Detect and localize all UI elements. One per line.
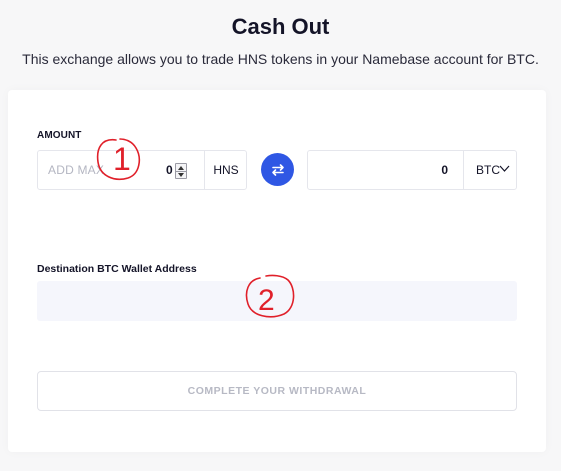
add-max-placeholder[interactable]: ADD MAX bbox=[48, 163, 104, 177]
swap-arrows-icon bbox=[271, 163, 284, 176]
page-subtitle: This exchange allows you to trade HNS to… bbox=[22, 51, 539, 67]
hns-amount-value[interactable]: 0 bbox=[166, 163, 173, 177]
currency-select[interactable]: BTC bbox=[464, 151, 517, 189]
spin-up-icon[interactable] bbox=[178, 166, 184, 170]
amount-label: AMOUNT bbox=[37, 130, 82, 141]
page-title: Cash Out bbox=[231, 14, 330, 39]
hns-amount-field[interactable]: ADD MAX 0 HNS bbox=[37, 150, 247, 190]
swap-button[interactable] bbox=[261, 153, 294, 186]
number-spinner[interactable] bbox=[175, 163, 187, 179]
chevron-down-icon bbox=[499, 165, 510, 172]
hns-unit-label: HNS bbox=[213, 163, 239, 177]
destination-label: Destination BTC Wallet Address bbox=[37, 263, 197, 275]
complete-withdrawal-button[interactable]: COMPLETE YOUR WITHDRAWAL bbox=[37, 371, 517, 411]
btc-amount-field[interactable]: 0 BTC bbox=[307, 150, 517, 190]
btc-unit-label: BTC bbox=[476, 163, 500, 177]
btc-wallet-address-input[interactable] bbox=[37, 281, 517, 321]
spin-down-icon[interactable] bbox=[178, 173, 184, 177]
btc-amount-value[interactable]: 0 bbox=[441, 163, 448, 177]
cash-out-page: Cash Out This exchange allows you to tra… bbox=[0, 0, 561, 471]
